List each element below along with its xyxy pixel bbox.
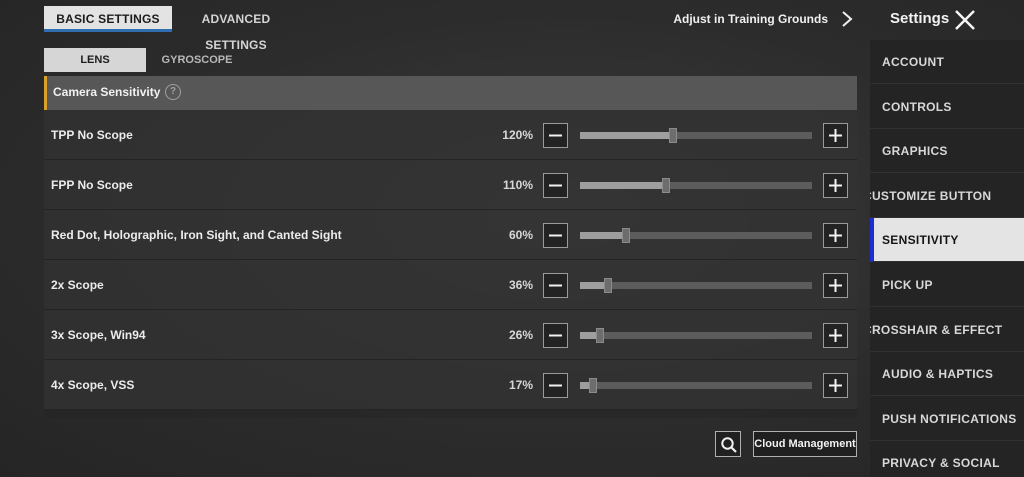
sidebar-item-pick-up[interactable]: PICK UP (870, 263, 1024, 307)
sidebar-item-label: SENSITIVITY (882, 233, 959, 248)
minus-icon (549, 334, 562, 337)
plus-icon (829, 129, 842, 142)
row-label: TPP No Scope (51, 128, 133, 142)
sidebar-item-label: CUSTOMIZE BUTTON (870, 188, 992, 203)
row-label: 4x Scope, VSS (51, 378, 135, 392)
row-label: Red Dot, Holographic, Iron Sight, and Ca… (51, 228, 342, 242)
slider-handle[interactable] (669, 128, 677, 143)
slider-fill (580, 182, 666, 189)
sensitivity-slider[interactable] (580, 378, 812, 393)
row-value: 36% (508, 278, 533, 292)
sidebar-item-sensitivity[interactable]: SENSITIVITY (870, 218, 1024, 263)
increase-button[interactable] (823, 273, 848, 298)
plus-icon (829, 229, 842, 242)
slider-fill (580, 232, 626, 239)
sidebar-item-label: CONTROLS (882, 99, 952, 114)
sensitivity-slider[interactable] (580, 128, 812, 143)
sensitivity-row: 3x Scope, Win94 26% (44, 310, 857, 360)
slider-handle[interactable] (604, 278, 612, 293)
search-button[interactable] (715, 431, 741, 457)
row-value: 26% (508, 328, 533, 342)
slider-handle[interactable] (589, 378, 597, 393)
row-value: 120% (502, 128, 533, 142)
subtab-lens[interactable]: LENS (44, 48, 146, 72)
decrease-button[interactable] (543, 373, 568, 398)
sidebar-item-account[interactable]: ACCOUNT (870, 40, 1024, 84)
plus-icon (829, 179, 842, 192)
chevron-right-icon[interactable] (838, 8, 856, 30)
decrease-button[interactable] (543, 273, 568, 298)
search-icon (721, 437, 737, 453)
row-value: 60% (508, 228, 533, 242)
sidebar-item-graphics[interactable]: GRAPHICS (870, 129, 1024, 174)
decrease-button[interactable] (543, 323, 568, 348)
sidebar-item-label: CROSSHAIR & EFFECT (870, 322, 1003, 337)
sidebar-item-label: AUDIO & HAPTICS (882, 367, 994, 382)
sidebar-item-audio-haptics[interactable]: AUDIO & HAPTICS (870, 352, 1024, 397)
minus-icon (549, 384, 562, 387)
help-icon[interactable]: ? (165, 84, 181, 100)
sidebar-item-push-notifications[interactable]: PUSH NOTIFICATIONS (870, 397, 1024, 441)
sidebar-item-crosshair-effect[interactable]: CROSSHAIR & EFFECT (870, 308, 1024, 352)
settings-sidebar: ACCOUNT CONTROLS GRAPHICS CUSTOMIZE BUTTON S… (870, 40, 1024, 477)
training-grounds-link[interactable]: Adjust in Training Grounds (560, 12, 828, 26)
tab-advanced-settings[interactable]: ADVANCED SETTINGS (172, 6, 300, 52)
plus-icon (829, 329, 842, 342)
row-label: FPP No Scope (51, 178, 133, 192)
decrease-button[interactable] (543, 223, 568, 248)
section-header: Camera Sensitivity ? (44, 76, 857, 110)
decrease-button[interactable] (543, 173, 568, 198)
close-icon[interactable] (953, 8, 977, 32)
row-value: 110% (502, 178, 533, 192)
row-label: 2x Scope (51, 278, 104, 292)
increase-button[interactable] (823, 123, 848, 148)
sensitivity-row: TPP No Scope 120% (44, 110, 857, 160)
minus-icon (549, 184, 562, 187)
slider-fill (580, 132, 673, 139)
sidebar-item-label: PICK UP (882, 278, 933, 292)
tab-basic-settings[interactable]: BASIC SETTINGS (44, 6, 172, 32)
page-title: Settings (890, 10, 950, 27)
sidebar-item-controls[interactable]: CONTROLS (870, 85, 1024, 129)
increase-button[interactable] (823, 223, 848, 248)
sensitivity-row: 4x Scope, VSS 17% (44, 360, 857, 410)
sidebar-item-label: GRAPHICS (882, 144, 948, 159)
plus-icon (829, 379, 842, 392)
increase-button[interactable] (823, 173, 848, 198)
slider-handle[interactable] (596, 328, 604, 343)
sensitivity-slider[interactable] (580, 278, 812, 293)
sensitivity-row: 2x Scope 36% (44, 260, 857, 310)
minus-icon (549, 284, 562, 287)
plus-icon (829, 279, 842, 292)
sidebar-item-privacy-social[interactable]: PRIVACY & SOCIAL (870, 441, 1024, 477)
slider-handle[interactable] (622, 228, 630, 243)
row-label: 3x Scope, Win94 (51, 328, 146, 342)
increase-button[interactable] (823, 323, 848, 348)
row-value: 17% (508, 378, 533, 392)
sidebar-item-label: PUSH NOTIFICATIONS (882, 411, 1017, 426)
sensitivity-row: FPP No Scope 110% (44, 160, 857, 210)
sensitivity-slider[interactable] (580, 228, 812, 243)
increase-button[interactable] (823, 373, 848, 398)
sidebar-item-customize-button[interactable]: CUSTOMIZE BUTTON (870, 174, 1024, 218)
sensitivity-row: Red Dot, Holographic, Iron Sight, and Ca… (44, 210, 857, 260)
subtab-gyroscope[interactable]: GYROSCOPE (146, 48, 248, 72)
decrease-button[interactable] (543, 123, 568, 148)
cloud-management-button[interactable]: Cloud Management (753, 431, 857, 457)
sidebar-item-label: PRIVACY & SOCIAL (882, 456, 1000, 471)
sensitivity-slider[interactable] (580, 178, 812, 193)
sensitivity-slider[interactable] (580, 328, 812, 343)
sidebar-item-label: ACCOUNT (882, 55, 945, 69)
section-title: Camera Sensitivity (53, 85, 161, 99)
minus-icon (549, 234, 562, 237)
minus-icon (549, 134, 562, 137)
slider-handle[interactable] (662, 178, 670, 193)
